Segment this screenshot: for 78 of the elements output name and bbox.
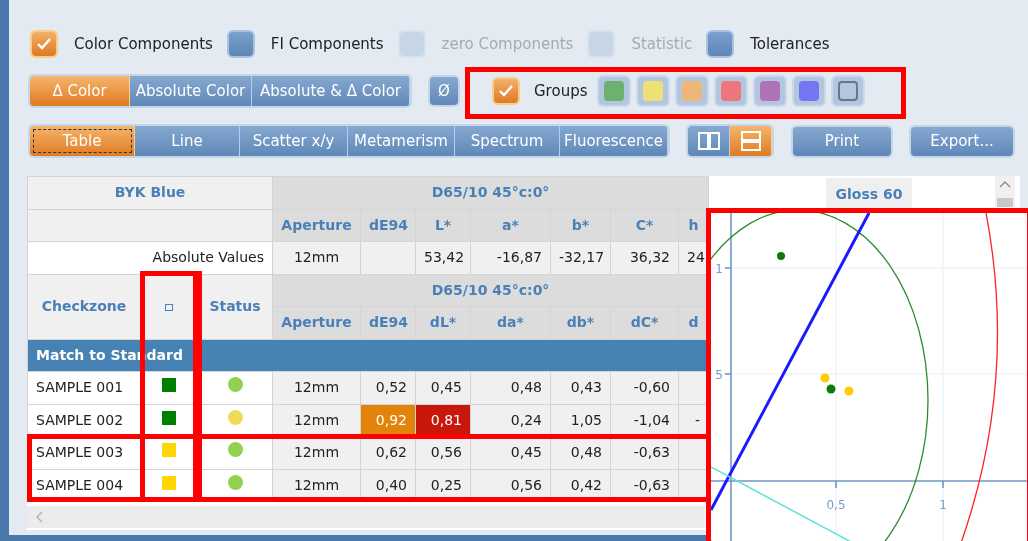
vertical-scrollbar[interactable]: [995, 176, 1015, 207]
group-filter-button[interactable]: [597, 75, 632, 107]
table-cell: 0,45: [415, 371, 471, 404]
table-cell: -16,87: [470, 241, 551, 274]
table-cell: 36,32: [610, 241, 679, 274]
checkbox[interactable]: [30, 30, 58, 58]
table-cell: 0,43: [550, 371, 611, 404]
column-header: Gloss 60: [826, 178, 912, 208]
print-button[interactable]: Print: [791, 124, 893, 158]
two-columns-icon: [697, 132, 720, 150]
data-point: [826, 384, 836, 394]
checkbox-label: Tolerances: [750, 33, 830, 55]
view-tab[interactable]: Metamerism: [348, 126, 455, 156]
group-filter-button[interactable]: [792, 75, 827, 107]
checkbox-label: FI Components: [270, 33, 384, 55]
mode-tab[interactable]: Absolute Color: [130, 76, 252, 106]
view-tab[interactable]: Fluorescence: [560, 126, 668, 156]
illuminant-header: D65/10 45°c:0°: [272, 274, 709, 307]
column-header: a*: [470, 209, 551, 242]
scroll-up-icon[interactable]: [999, 180, 1011, 188]
checkbox[interactable]: [492, 77, 520, 105]
axis-tick-label: 1: [715, 262, 723, 276]
scrollbar-thumb[interactable]: [997, 198, 1013, 207]
column-header: dE94: [360, 209, 416, 242]
axis-tick-label: 5: [715, 368, 723, 382]
column-header: b*: [550, 209, 611, 242]
mode-tab[interactable]: Absolute & Δ Color: [252, 76, 410, 106]
side-by-side-layout-button[interactable]: [688, 126, 730, 156]
stacked-layout-button[interactable]: [730, 126, 772, 156]
data-point: [820, 373, 830, 383]
column-header: C*: [610, 209, 679, 242]
empty-set-button[interactable]: Ø: [428, 75, 460, 107]
column-header: dE94: [360, 306, 416, 339]
illuminant-header: D65/10 45°c:0°: [272, 176, 709, 209]
checkbox-label: Statistic: [631, 33, 693, 55]
column-header: Aperture: [272, 306, 361, 339]
empty-square-icon: [838, 81, 859, 101]
column-header: L*: [415, 209, 471, 242]
standard-name: BYK Blue: [27, 176, 273, 209]
table-cell: 53,42: [415, 241, 471, 274]
group-filter-button[interactable]: [831, 75, 866, 107]
view-tab[interactable]: Spectrum: [455, 126, 560, 156]
checkbox-label: zero Components: [441, 33, 574, 55]
square-icon: [165, 304, 173, 311]
view-tab[interactable]: Line: [135, 126, 240, 156]
axis-tick-label: 0,5: [826, 498, 846, 512]
checkbox[interactable]: [706, 30, 735, 58]
axis-tick-label: 1: [939, 498, 947, 512]
table-cell: -32,17: [550, 241, 611, 274]
view-tab[interactable]: Scatter x/y: [240, 126, 348, 156]
sample-name: SAMPLE 001: [27, 371, 141, 404]
export-button[interactable]: Export...: [909, 124, 1015, 158]
column-header: db*: [550, 306, 611, 339]
checkbox-label: Color Components: [74, 33, 213, 55]
table-cell: 0,48: [470, 371, 551, 404]
two-rows-icon: [740, 131, 761, 151]
group-filter-button[interactable]: [753, 75, 788, 107]
data-point: [844, 386, 854, 396]
table-cell: -0,60: [610, 371, 679, 404]
column-header: Checkzone: [27, 274, 141, 339]
groups-label: Groups: [534, 80, 588, 102]
checkmark-icon: [498, 84, 514, 98]
horizontal-scrollbar[interactable]: [27, 506, 705, 528]
mode-tab[interactable]: Δ Color: [30, 76, 130, 106]
data-point: [777, 252, 785, 260]
column-header: dL*: [415, 306, 471, 339]
checkbox[interactable]: [226, 30, 255, 58]
column-header: dC*: [610, 306, 679, 339]
checkmark-icon: [36, 37, 52, 51]
table-cell: 0,52: [360, 371, 416, 404]
column-header: da*: [470, 306, 551, 339]
column-header: Aperture: [272, 209, 361, 242]
scroll-left-icon[interactable]: [35, 511, 43, 523]
table-cell: 12mm: [272, 241, 361, 274]
group-filter-button[interactable]: [714, 75, 749, 107]
table-cell: 12mm: [272, 371, 361, 404]
view-tab[interactable]: Table: [30, 126, 135, 156]
row-label: Absolute Values: [27, 241, 273, 274]
